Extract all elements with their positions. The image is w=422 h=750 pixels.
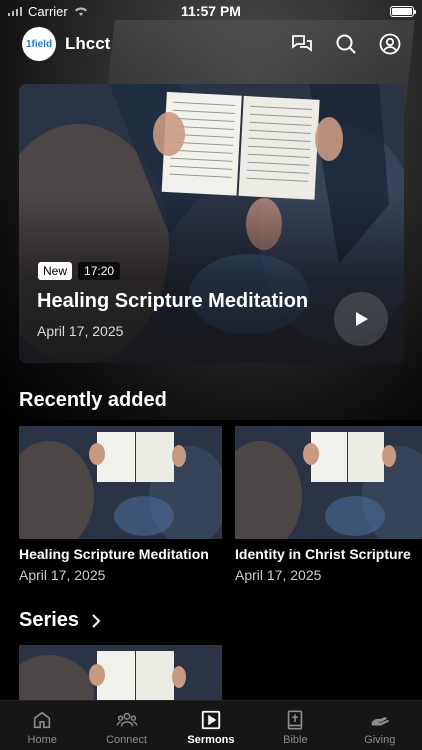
- tab-label: Sermons: [187, 734, 235, 746]
- tab-label: Home: [27, 734, 57, 746]
- play-button[interactable]: [334, 292, 388, 346]
- chat-icon[interactable]: [290, 32, 314, 56]
- tab-connect[interactable]: Connect: [85, 709, 169, 746]
- tab-giving[interactable]: Giving: [338, 709, 422, 746]
- carrier-label: Carrier: [28, 3, 68, 19]
- app-header: 1field Lhcct: [0, 26, 422, 62]
- people-icon: [116, 712, 137, 727]
- signal-icon: [8, 6, 22, 16]
- tab-label: Bible: [283, 734, 308, 746]
- battery-icon: [390, 5, 416, 17]
- featured-sermon-title: Healing Scripture Meditation: [37, 290, 309, 312]
- sermon-card-date: April 17, 2025: [235, 567, 322, 583]
- sermon-card-thumbnail[interactable]: [235, 426, 422, 539]
- tab-sermons[interactable]: Sermons: [169, 709, 253, 746]
- giving-icon: [371, 717, 389, 726]
- sermon-card-title[interactable]: Healing Scripture Meditation: [19, 546, 220, 562]
- series-heading[interactable]: Series: [19, 609, 101, 632]
- sermon-card-title[interactable]: Identity in Christ Scripture: [235, 546, 422, 562]
- battery-fill: [392, 7, 412, 15]
- series-card-thumbnail[interactable]: [19, 645, 222, 705]
- app-title: Lhcct: [65, 34, 111, 53]
- home-icon: [34, 711, 51, 729]
- wifi-icon: [74, 7, 87, 16]
- search-icon[interactable]: [334, 32, 358, 56]
- sermon-card-date: April 17, 2025: [19, 567, 106, 583]
- series-label: Series: [19, 609, 80, 631]
- tab-label: Connect: [106, 734, 148, 746]
- new-badge: New: [38, 262, 73, 280]
- tab-bible[interactable]: Bible: [253, 709, 337, 746]
- tab-bar: Home Connect Sermons Bible Giving: [0, 700, 422, 750]
- account-icon[interactable]: [378, 32, 402, 56]
- tab-home[interactable]: Home: [0, 709, 84, 746]
- status-bar: Carrier 11:57 PM: [0, 0, 422, 22]
- bible-icon: [288, 710, 303, 730]
- play-square-icon: [201, 710, 221, 730]
- sermon-card-thumbnail[interactable]: [19, 426, 222, 539]
- recently-added-heading: Recently added: [19, 389, 167, 411]
- church-logo: 1field: [22, 27, 56, 61]
- tab-label: Giving: [364, 734, 396, 746]
- duration-badge: 17:20: [78, 262, 121, 280]
- featured-sermon-date: April 17, 2025: [37, 323, 124, 339]
- play-icon: [356, 312, 368, 326]
- chevron-right-icon: [92, 613, 101, 628]
- featured-sermon-card[interactable]: New 17:20 Healing Scripture Meditation A…: [19, 84, 404, 363]
- clock: 11:57 PM: [181, 3, 241, 19]
- brand[interactable]: 1field Lhcct: [22, 27, 110, 61]
